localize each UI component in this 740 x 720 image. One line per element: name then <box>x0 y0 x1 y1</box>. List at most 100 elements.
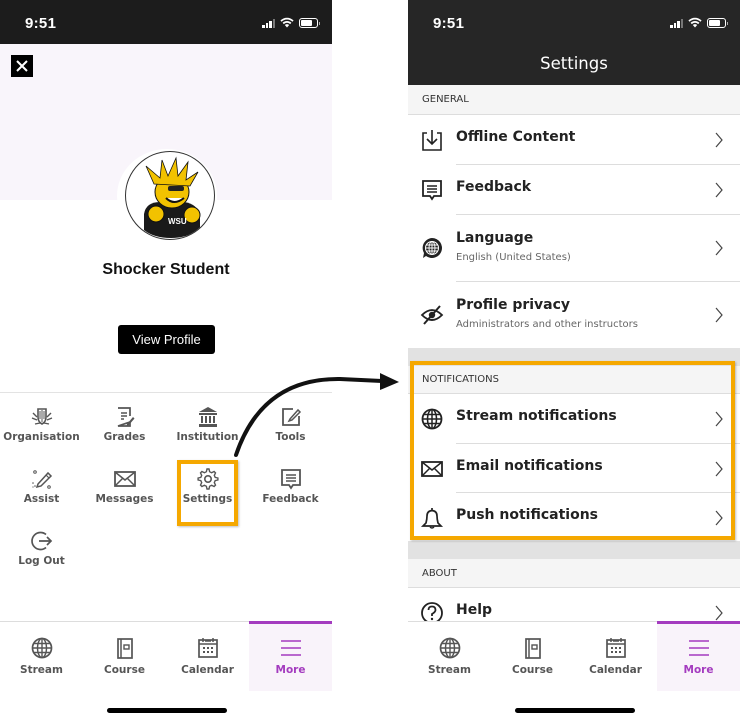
menu-item-log-out[interactable]: Log Out <box>0 529 83 567</box>
menu-item-organisation[interactable]: Organisation <box>0 405 83 443</box>
menu-item-grades[interactable]: Grades <box>83 405 166 443</box>
row-title: Offline Content <box>456 129 576 145</box>
tab-label: More <box>683 664 714 676</box>
menu-item-feedback[interactable]: Feedback <box>249 467 332 505</box>
tab-calendar[interactable]: Calendar <box>574 622 657 691</box>
settings-row-profile-privacy[interactable]: Profile privacy Administrators and other… <box>408 282 740 348</box>
assist-icon <box>31 470 52 489</box>
course-icon <box>524 638 541 659</box>
tab-label: Course <box>512 664 553 676</box>
status-icons <box>262 17 320 28</box>
logout-icon <box>30 531 52 551</box>
menu-item-label: Feedback <box>262 493 319 505</box>
row-title: Help <box>456 602 493 618</box>
page-title: Settings <box>408 44 740 85</box>
menu-item-label: Organisation <box>3 431 80 443</box>
status-icons <box>670 17 728 28</box>
tab-course[interactable]: Course <box>83 622 166 691</box>
section-header-general: GENERAL <box>408 85 740 115</box>
wifi-icon <box>688 17 702 28</box>
eye-slash-icon <box>420 305 444 325</box>
settings-screen: 9:51 Settings GENERAL Offline Content Fe… <box>408 0 740 720</box>
globe-icon <box>31 637 52 659</box>
institution-icon <box>198 407 217 427</box>
tab-label: Course <box>104 664 145 676</box>
feedback-icon <box>280 469 301 490</box>
home-indicator <box>515 708 635 713</box>
chevron-right-icon <box>715 182 723 198</box>
bottom-tab-bar: Stream Course Calendar More <box>408 621 740 691</box>
chevron-right-icon <box>715 307 723 323</box>
battery-icon <box>707 17 728 28</box>
battery-icon <box>299 17 320 28</box>
row-title: Profile privacy <box>456 297 571 313</box>
status-time: 9:51 <box>25 15 57 32</box>
tab-more[interactable]: More <box>249 621 332 691</box>
globe-icon <box>439 637 460 659</box>
status-bar: 9:51 <box>0 0 332 44</box>
row-title: Language <box>456 230 534 246</box>
feedback-icon <box>422 180 442 201</box>
more-menu-screen: 9:51 WSU Shocker Student View Profile Or… <box>0 0 332 720</box>
tools-icon <box>281 408 301 426</box>
close-button[interactable] <box>11 55 33 77</box>
menu-item-assist[interactable]: Assist <box>0 467 83 505</box>
menu-item-label: Messages <box>95 493 154 505</box>
menu-icon <box>688 640 709 656</box>
settings-row-language[interactable]: Language English (United States) <box>408 215 740 282</box>
calendar-icon <box>197 638 218 658</box>
menu-item-label: Institution <box>176 431 239 443</box>
row-subtitle: English (United States) <box>456 252 571 263</box>
settings-row-feedback[interactable]: Feedback <box>408 165 740 215</box>
user-name: Shocker Student <box>102 261 230 278</box>
menu-item-label: Assist <box>23 493 60 505</box>
signal-icon <box>670 18 683 28</box>
view-profile-button[interactable]: View Profile <box>118 325 215 354</box>
messages-icon <box>113 471 136 487</box>
bottom-tab-bar: Stream Course Calendar More <box>0 621 332 691</box>
wifi-icon <box>280 17 294 28</box>
menu-item-label: Grades <box>103 431 146 443</box>
status-bar: 9:51 <box>408 0 740 44</box>
tab-label: Calendar <box>181 664 234 676</box>
row-title: Feedback <box>456 179 532 195</box>
tab-stream[interactable]: Stream <box>408 622 491 691</box>
row-subtitle: Administrators and other instructors <box>456 319 638 330</box>
language-icon <box>422 238 442 258</box>
settings-highlight-box <box>177 460 238 526</box>
status-time: 9:51 <box>433 15 465 32</box>
tab-stream[interactable]: Stream <box>0 622 83 691</box>
close-icon <box>16 60 28 72</box>
menu-item-tools[interactable]: Tools <box>249 405 332 443</box>
tab-label: Stream <box>20 664 63 676</box>
chevron-right-icon <box>715 240 723 256</box>
arrow-head <box>380 373 399 390</box>
chevron-right-icon <box>715 605 723 621</box>
menu-item-institution[interactable]: Institution <box>166 405 249 443</box>
tab-course[interactable]: Course <box>491 622 574 691</box>
chevron-right-icon <box>715 132 723 148</box>
notifications-highlight-box <box>410 361 735 540</box>
settings-row-offline-content[interactable]: Offline Content <box>408 115 740 165</box>
tab-label: Stream <box>428 664 471 676</box>
wushock-mascot-image: WSU <box>144 156 201 238</box>
signal-icon <box>262 18 275 28</box>
tab-more[interactable]: More <box>657 621 740 691</box>
menu-item-messages[interactable]: Messages <box>83 467 166 505</box>
grades-icon <box>117 407 134 427</box>
section-header-about: ABOUT <box>408 559 740 588</box>
organisation-icon <box>31 408 52 425</box>
menu-icon <box>280 640 301 656</box>
divider <box>0 392 332 393</box>
course-icon <box>116 638 133 659</box>
section-gap <box>408 541 740 559</box>
menu-item-label: Tools <box>275 431 306 443</box>
svg-text:WSU: WSU <box>168 217 187 226</box>
calendar-icon <box>605 638 626 658</box>
menu-item-label: Log Out <box>18 555 65 567</box>
avatar[interactable]: WSU <box>125 151 215 240</box>
home-indicator <box>107 708 227 713</box>
download-icon <box>422 130 442 151</box>
tab-label: More <box>275 664 306 676</box>
tab-calendar[interactable]: Calendar <box>166 622 249 691</box>
